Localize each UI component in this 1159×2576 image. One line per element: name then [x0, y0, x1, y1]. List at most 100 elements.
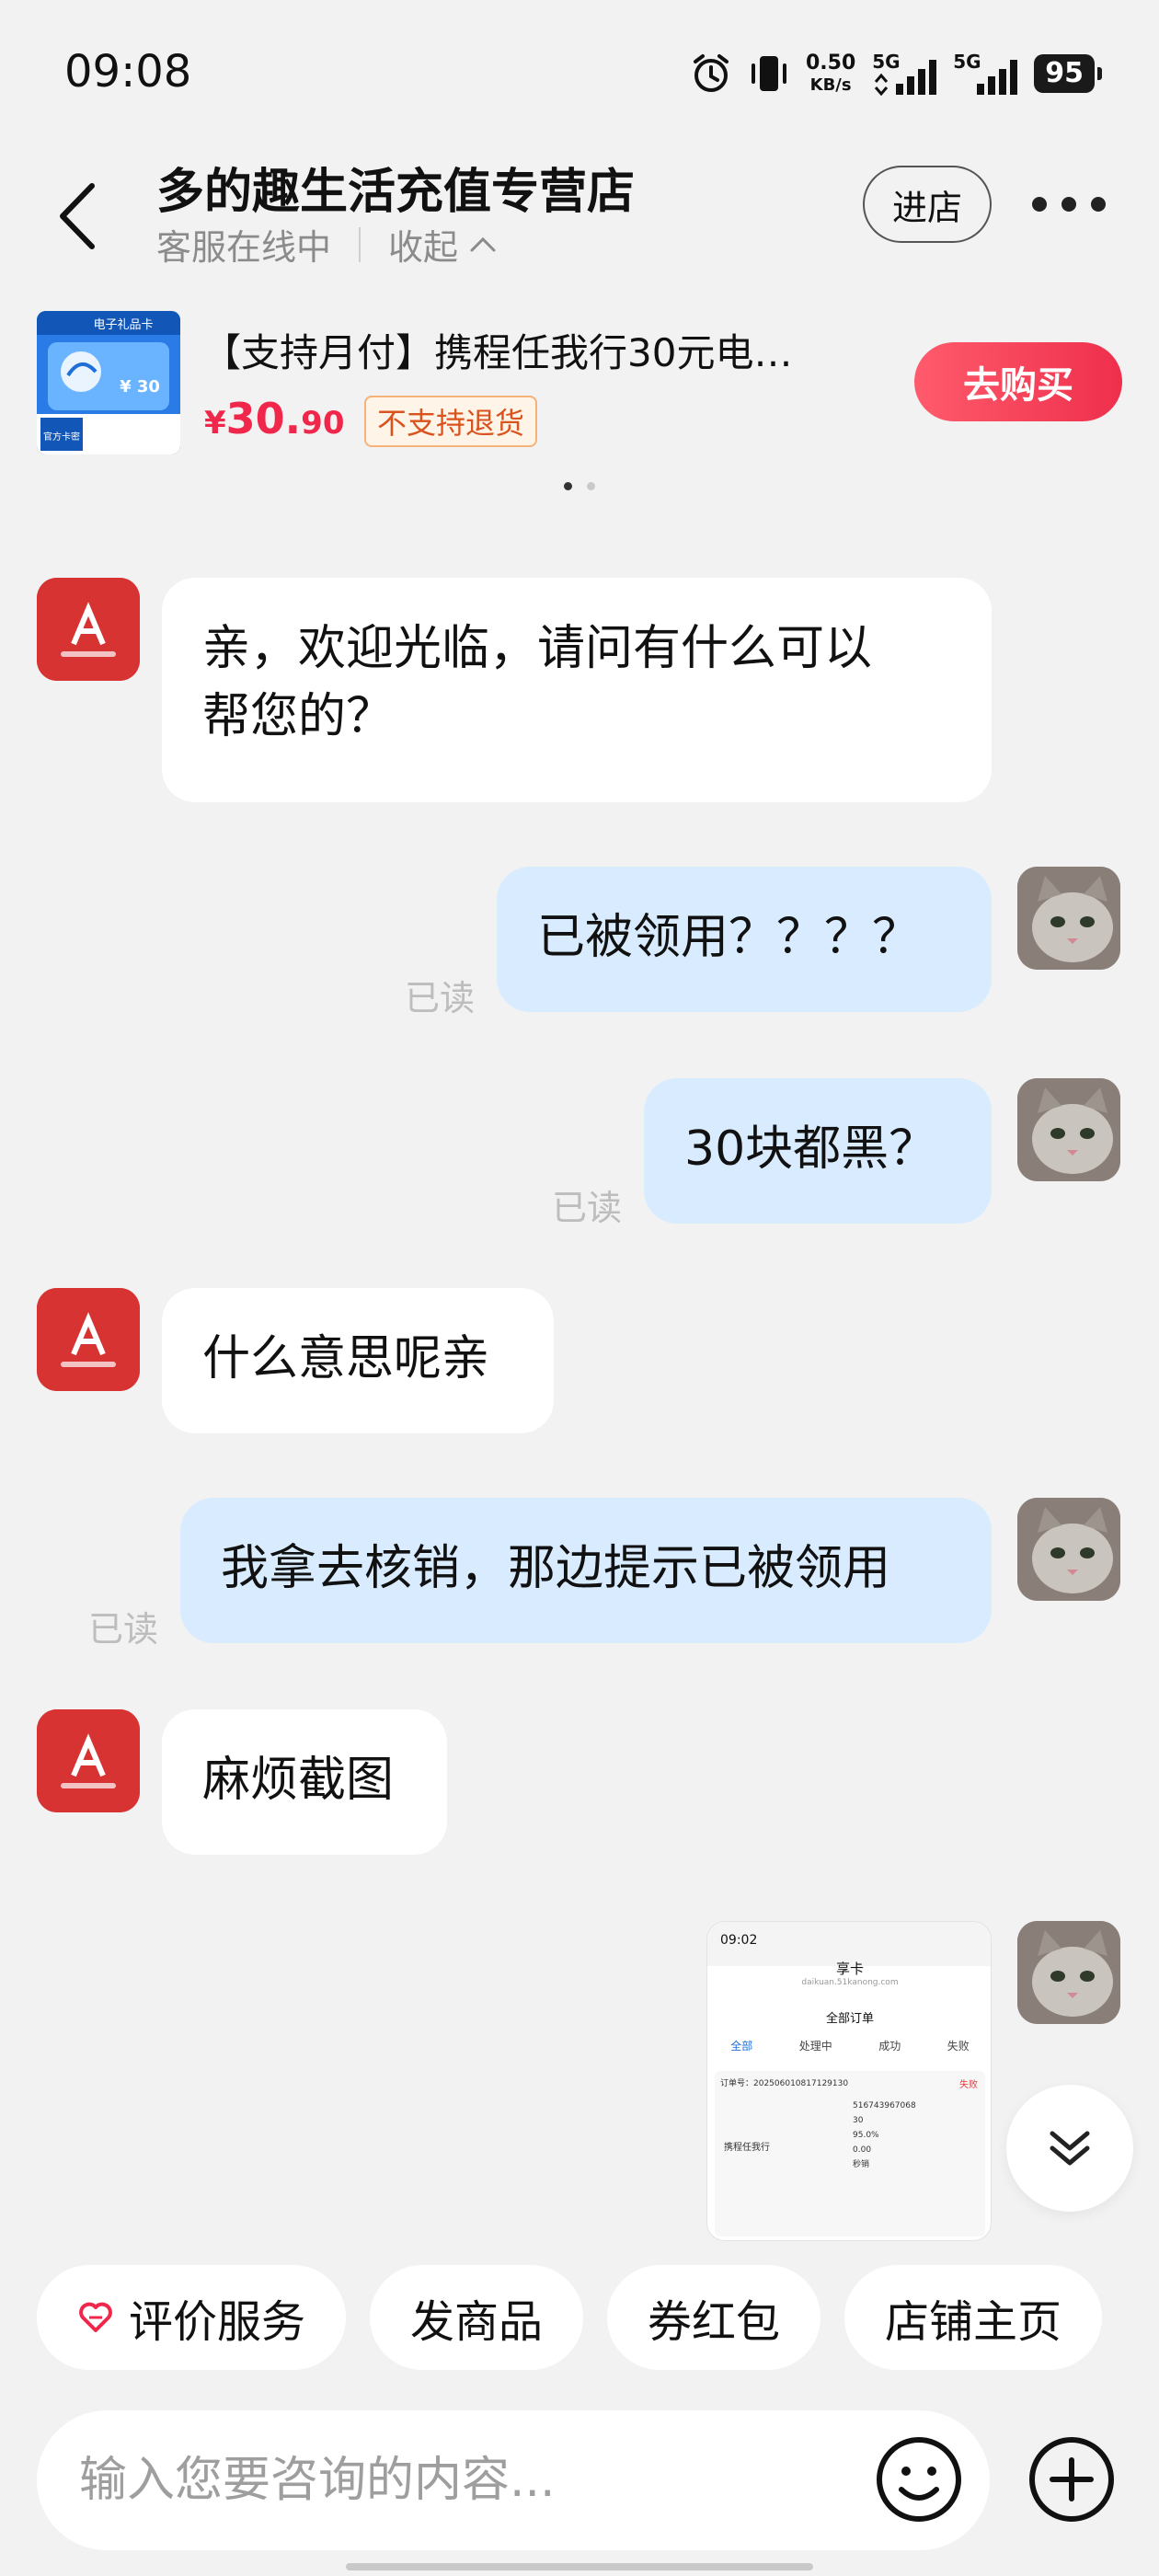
divider	[359, 226, 361, 262]
message-bubble-outgoing[interactable]: 已被领用？？？？	[497, 867, 992, 1012]
read-receipt: 已读	[405, 978, 476, 1018]
more-actions-button[interactable]	[1027, 2434, 1117, 2524]
message-text: 什么意思呢亲	[202, 1331, 490, 1386]
chip-label: 店铺主页	[885, 2296, 1062, 2348]
screenshot-order-status: 失败	[959, 2080, 978, 2090]
emoji-button[interactable]	[874, 2434, 964, 2524]
status-time: 09:08	[64, 46, 192, 98]
message-text: 亲，欢迎光临，请问有什么可以	[202, 621, 873, 676]
shop-title: 多的趣生活充值专营店	[156, 165, 636, 220]
message-bubble-outgoing[interactable]: 30块都黑？	[644, 1078, 992, 1224]
message-bubble-incoming[interactable]: 什么意思呢亲	[162, 1288, 554, 1433]
net-speed-value: 0.50	[805, 52, 856, 75]
dot	[1091, 197, 1106, 212]
price-symbol: ¥	[204, 405, 226, 442]
shop-home-button[interactable]: 店铺主页	[844, 2265, 1103, 2370]
thumb-top-text: 电子礼品卡	[93, 317, 153, 332]
dot	[1032, 197, 1047, 212]
screenshot-app-url: daikuan.51kanong.com	[801, 1978, 899, 1987]
net-speed-unit: KB/s	[809, 75, 852, 95]
message-text: 30块都黑？	[684, 1121, 937, 1177]
send-product-button[interactable]: 发商品	[370, 2265, 584, 2370]
message-input[interactable]	[37, 2410, 791, 2550]
cat-avatar-icon	[1017, 1921, 1120, 2024]
cat-avatar-icon	[1017, 867, 1120, 970]
rate-service-button[interactable]: 评价服务	[37, 2265, 347, 2370]
shop-avatar[interactable]	[37, 1709, 140, 1812]
shop-logo-icon	[37, 1709, 140, 1812]
user-avatar[interactable]	[1017, 1078, 1120, 1181]
chevron-up-icon	[470, 236, 496, 251]
coupon-button[interactable]: 券红包	[607, 2265, 821, 2370]
price-integer: 30.	[225, 394, 302, 443]
message-bubble-incoming[interactable]: 亲，欢迎光临，请问有什么可以 帮您的？	[162, 578, 992, 802]
product-card[interactable]: 电子礼品卡 ¥ 30 官方卡密 【支持月付】携程任我行30元电… ¥ 30. 9…	[0, 294, 1159, 460]
screenshot-time: 09:02	[720, 1933, 758, 1948]
no-return-tag: 不支持退货	[364, 396, 538, 447]
gift-card-image: 电子礼品卡 ¥ 30 官方卡密	[37, 311, 180, 454]
signal-5g-1: 5G	[872, 51, 937, 97]
chat-header: 多的趣生活充值专营店 客服在线中 收起 进店	[0, 147, 1159, 285]
screenshot-tab: 失败	[947, 2040, 970, 2053]
double-chevron-down-icon	[1050, 2131, 1090, 2166]
user-avatar[interactable]	[1017, 1498, 1120, 1601]
shop-logo-icon	[37, 578, 140, 681]
screenshot-tab: 处理中	[798, 2040, 832, 2053]
screenshot-amount: 0.00	[853, 2145, 872, 2155]
chevron-left-icon	[60, 183, 95, 249]
read-receipt: 已读	[552, 1188, 623, 1228]
back-button[interactable]	[57, 175, 112, 258]
user-avatar[interactable]	[1017, 867, 1120, 970]
alarm-icon	[693, 54, 729, 92]
status-bar: 09:08 0.50 KB/s 5G 5G 95	[0, 0, 1159, 147]
enter-shop-button[interactable]: 进店	[863, 166, 992, 243]
home-indicator[interactable]	[346, 2563, 813, 2570]
message-bubble-incoming[interactable]: 麻烦截图	[162, 1709, 447, 1855]
screenshot-app-header: 享卡 daikuan.51kanong.com	[707, 1955, 991, 2001]
scroll-to-bottom-button[interactable]	[1006, 2085, 1133, 2212]
shop-subtitle: 客服在线中 收起	[156, 219, 497, 270]
screenshot-page-title: 全部订单	[825, 2012, 874, 2026]
battery-indicator: 95	[1034, 54, 1102, 93]
signal-icon	[875, 60, 937, 97]
shop-avatar[interactable]	[37, 1288, 140, 1391]
dot	[1061, 197, 1076, 212]
chip-label: 发商品	[410, 2296, 544, 2348]
heart-icon	[79, 2302, 112, 2332]
shop-avatar[interactable]	[37, 578, 140, 681]
thumb-bottom-text: 官方卡密	[43, 431, 80, 443]
message-input-container	[37, 2410, 990, 2550]
carousel-dot-active	[564, 482, 572, 490]
buy-button[interactable]: 去购买	[914, 342, 1122, 421]
thumb-value: ¥ 30	[120, 377, 160, 397]
screenshot-tabs: 全部 处理中 成功 失败	[707, 2038, 991, 2053]
read-receipt: 已读	[88, 1609, 159, 1650]
screenshot-face-value: 30	[853, 2116, 864, 2125]
status-icons: 0.50 KB/s 5G 5G 95	[690, 48, 1102, 99]
message-text: 已被领用？？？？	[537, 910, 921, 965]
product-price: ¥ 30. 90	[204, 394, 345, 443]
collapse-toggle[interactable]: 收起	[388, 219, 497, 270]
chip-label: 评价服务	[129, 2296, 306, 2348]
screenshot-discount: 95.0%	[853, 2131, 879, 2140]
image-message[interactable]: 09:02 享卡 daikuan.51kanong.com 全部订单 全部 处理…	[706, 1921, 992, 2241]
screenshot-order-card: 订单号：20250601081712913​0 失败 携程任我行 5167439…	[715, 2071, 985, 2237]
collapse-label: 收起	[388, 227, 459, 268]
more-options-button[interactable]	[1032, 184, 1106, 224]
network-speed: 0.50 KB/s	[806, 53, 855, 94]
service-status: 客服在线中	[156, 227, 332, 268]
user-avatar[interactable]	[1017, 1921, 1120, 2024]
screenshot-product-name: 携程任我行	[724, 2143, 770, 2153]
product-name: 【支持月付】携程任我行30元电…	[202, 330, 793, 375]
carousel-dots	[0, 482, 1159, 490]
signal-icon	[977, 60, 1018, 95]
screenshot-tab: 成功	[878, 2040, 901, 2053]
message-bubble-outgoing[interactable]: 我拿去核销，那边提示已被领用	[180, 1498, 992, 1643]
chip-label: 券红包	[648, 2296, 781, 2348]
screenshot-tab: 全部	[730, 2040, 753, 2053]
screenshot-app-title: 享卡	[835, 1961, 864, 1977]
signal-5g-2: 5G	[953, 51, 1018, 97]
plus-circle-icon	[1029, 2437, 1114, 2522]
screenshot-order-values: 516743967068 30 95.0% 0.00 秒销	[853, 2099, 916, 2172]
screenshot-order-no: 订单号：20250601081712913​0	[720, 2079, 849, 2088]
